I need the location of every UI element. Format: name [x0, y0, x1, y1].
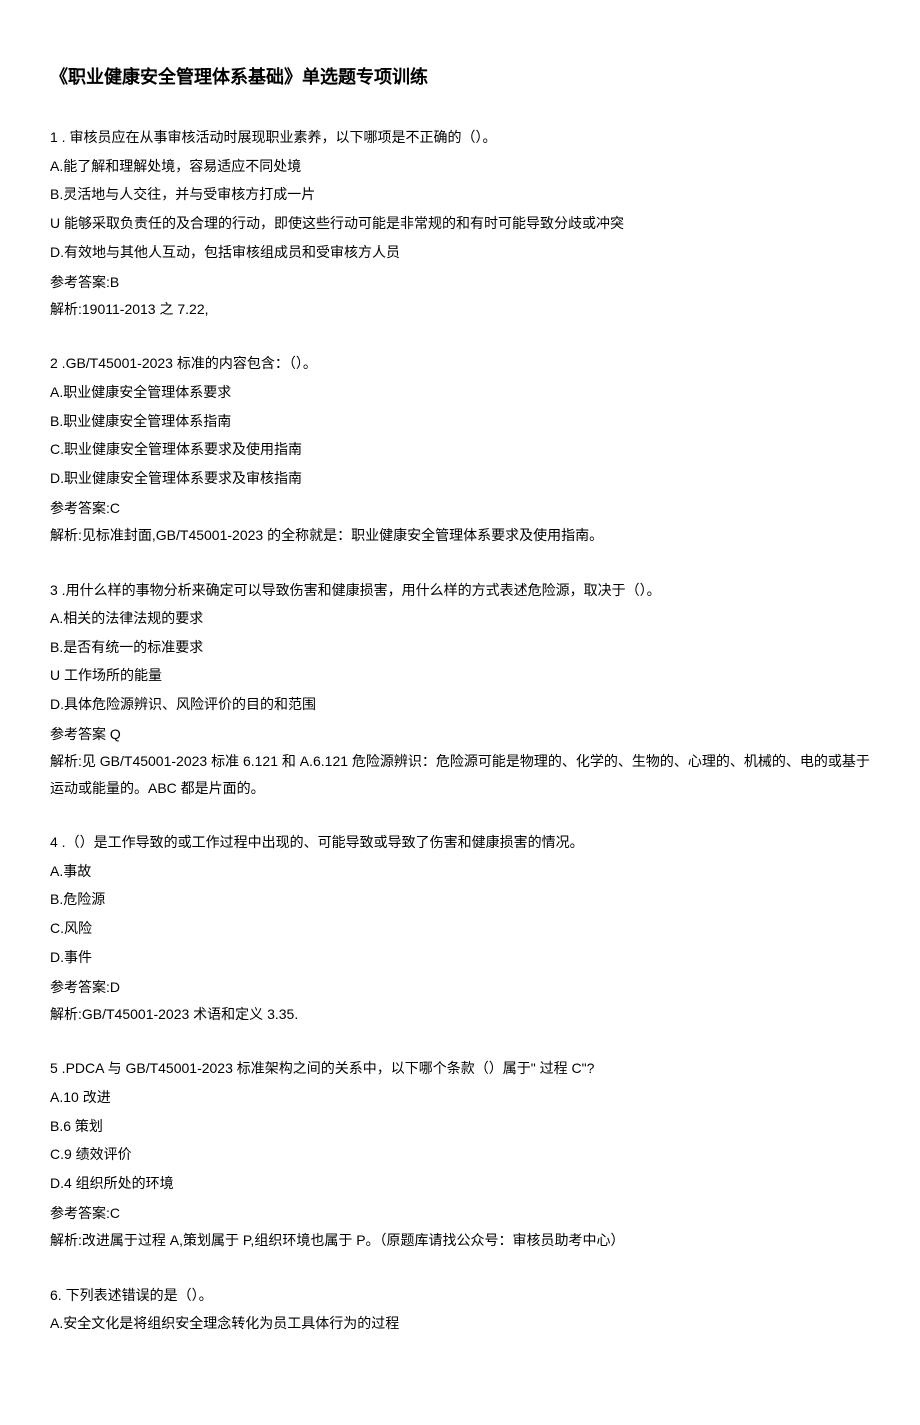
answer: 参考答案:B — [50, 269, 870, 296]
option-b: B.是否有统一的标准要求 — [50, 634, 870, 661]
question-stem: 3 .用什么样的事物分析来确定可以导致伤害和健康损害，用什么样的方式表述危险源，… — [50, 577, 870, 604]
option-b: B.灵活地与人交往，并与受审核方打成一片 — [50, 181, 870, 208]
option-a: A.职业健康安全管理体系要求 — [50, 379, 870, 406]
answer: 参考答案 Q — [50, 721, 870, 748]
question-3: 3 .用什么样的事物分析来确定可以导致伤害和健康损害，用什么样的方式表述危险源，… — [50, 577, 870, 802]
option-b: B.危险源 — [50, 886, 870, 913]
answer: 参考答案:C — [50, 495, 870, 522]
option-c: U 能够采取负责任的及合理的行动，即使这些行动可能是非常规的和有时可能导致分歧或… — [50, 210, 870, 237]
question-6: 6. 下列表述错误的是（）。 A.安全文化是将组织安全理念转化为员工具体行为的过… — [50, 1282, 870, 1337]
option-a: A.事故 — [50, 858, 870, 885]
question-stem: 6. 下列表述错误的是（）。 — [50, 1282, 870, 1309]
page-title: 《职业健康安全管理体系基础》单选题专项训练 — [50, 60, 870, 94]
question-stem: 5 .PDCA 与 GB/T45001-2023 标准架构之间的关系中，以下哪个… — [50, 1055, 870, 1082]
question-2: 2 .GB/T45001-2023 标准的内容包含：（）。 A.职业健康安全管理… — [50, 350, 870, 548]
option-c: U 工作场所的能量 — [50, 662, 870, 689]
option-a: A.10 改进 — [50, 1084, 870, 1111]
question-stem: 2 .GB/T45001-2023 标准的内容包含：（）。 — [50, 350, 870, 377]
question-5: 5 .PDCA 与 GB/T45001-2023 标准架构之间的关系中，以下哪个… — [50, 1055, 870, 1253]
option-c: C.9 绩效评价 — [50, 1141, 870, 1168]
option-d: D.有效地与其他人互动，包括审核组成员和受审核方人员 — [50, 239, 870, 266]
option-d: D.4 组织所处的环境 — [50, 1170, 870, 1197]
option-c: C.职业健康安全管理体系要求及使用指南 — [50, 436, 870, 463]
option-b: B.6 策划 — [50, 1113, 870, 1140]
option-b: B.职业健康安全管理体系指南 — [50, 408, 870, 435]
option-a: A.安全文化是将组织安全理念转化为员工具体行为的过程 — [50, 1310, 870, 1337]
question-4: 4 .（）是工作导致的或工作过程中出现的、可能导致或导致了伤害和健康损害的情况。… — [50, 829, 870, 1027]
option-d: D.职业健康安全管理体系要求及审核指南 — [50, 465, 870, 492]
answer: 参考答案:D — [50, 974, 870, 1001]
explain: 解析:19011-2013 之 7.22, — [50, 296, 870, 323]
question-1: 1 . 审核员应在从事审核活动时展现职业素养，以下哪项是不正确的（）。 A.能了… — [50, 124, 870, 322]
explain: 解析:见标准封面,GB/T45001-2023 的全称就是：职业健康安全管理体系… — [50, 522, 870, 549]
option-d: D.事件 — [50, 944, 870, 971]
question-stem: 1 . 审核员应在从事审核活动时展现职业素养，以下哪项是不正确的（）。 — [50, 124, 870, 151]
explain: 解析:GB/T45001-2023 术语和定义 3.35. — [50, 1001, 870, 1028]
option-a: A.能了解和理解处境，容易适应不同处境 — [50, 153, 870, 180]
option-c: C.风险 — [50, 915, 870, 942]
explain: 解析:见 GB/T45001-2023 标准 6.121 和 A.6.121 危… — [50, 748, 870, 801]
option-a: A.相关的法律法规的要求 — [50, 605, 870, 632]
answer: 参考答案:C — [50, 1200, 870, 1227]
explain: 解析:改进属于过程 A,策划属于 P,组织环境也属于 P。（原题库请找公众号：审… — [50, 1227, 870, 1254]
question-stem: 4 .（）是工作导致的或工作过程中出现的、可能导致或导致了伤害和健康损害的情况。 — [50, 829, 870, 856]
option-d: D.具体危险源辨识、风险评价的目的和范围 — [50, 691, 870, 718]
